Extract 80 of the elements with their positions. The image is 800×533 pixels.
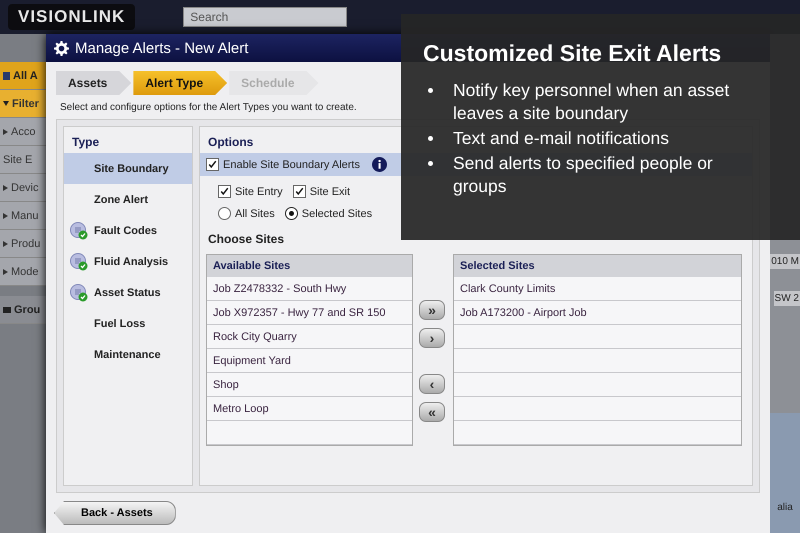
app-logo: VISIONLINK: [8, 4, 136, 30]
gear-icon: [54, 40, 69, 56]
type-label: Zone Alert: [94, 194, 148, 206]
sidebar-item[interactable]: Produ: [0, 230, 46, 258]
checkbox-label: Enable Site Boundary Alerts: [223, 158, 360, 170]
checkbox[interactable]: [206, 158, 219, 171]
list-item[interactable]: Job Z2478332 - South Hwy: [207, 277, 412, 301]
sidebar-item[interactable]: Grou: [0, 296, 46, 324]
table-cell: SW 2: [774, 291, 800, 306]
move-button[interactable]: »: [419, 300, 445, 320]
list-header: Available Sites: [207, 255, 412, 277]
list-item[interactable]: Clark County Limits: [454, 277, 741, 301]
bullet-icon: [428, 136, 432, 141]
alert-type-item[interactable]: Maintenance: [64, 339, 192, 370]
sidebar-item[interactable]: All A: [0, 62, 46, 90]
sidebar-item[interactable]: Site E: [0, 146, 46, 174]
move-button[interactable]: ›: [419, 328, 445, 348]
options-heading: Options: [207, 134, 254, 151]
list-item[interactable]: Rock City Quarry: [207, 325, 412, 349]
checkbox[interactable]: [292, 185, 306, 198]
sidebar-label: Devic: [11, 182, 39, 194]
alert-type-item[interactable]: Asset Status: [64, 277, 192, 308]
type-label: Asset Status: [94, 286, 161, 298]
list-item[interactable]: Metro Loop: [207, 397, 412, 421]
alert-type-item[interactable]: Site Boundary: [64, 153, 192, 184]
type-label: Maintenance: [94, 348, 161, 360]
sidebar-label: All A: [13, 70, 38, 82]
radio-button[interactable]: [284, 207, 298, 220]
map-label: alia: [777, 502, 793, 513]
checkbox-label: Site Entry: [235, 186, 283, 198]
sidebar-label: Acco: [11, 126, 36, 138]
sidebar-item[interactable]: Mode: [0, 258, 46, 286]
wizard-step-tab[interactable]: Alert Type: [133, 71, 228, 95]
sidebar-item[interactable]: Filter: [0, 90, 46, 118]
list-item[interactable]: Equipment Yard: [207, 349, 412, 373]
sidebar-label: Grou: [14, 304, 40, 316]
choose-sites-heading: Choose Sites: [207, 231, 286, 248]
bullet-text: Text and e-mail notifications: [453, 127, 670, 150]
bullet-text: Send alerts to specified people or groups: [453, 152, 714, 198]
sidebar-label: Produ: [11, 238, 40, 250]
wizard-step-tab[interactable]: Assets: [56, 71, 132, 95]
sidebar-label: Manu: [11, 210, 39, 222]
alert-type-item[interactable]: Fault Codes: [64, 215, 192, 246]
bullet-icon: [428, 88, 432, 93]
bullet-text: Notify key personnel when an asset leaves a site boundary: [453, 79, 730, 125]
alert-type-item[interactable]: Zone Alert: [64, 184, 192, 215]
list-item[interactable]: Job A173200 - Airport Job: [454, 301, 741, 325]
callout-title: Customized Site Exit Alerts: [423, 40, 722, 67]
sidebar-item[interactable]: Acco: [0, 118, 46, 146]
list-item[interactable]: Job X972357 - Hwy 77 and SR 150: [207, 301, 412, 325]
back-button[interactable]: Back - Assets: [54, 501, 176, 525]
type-label: Site Boundary: [94, 162, 169, 174]
radio-label: All Sites: [235, 208, 275, 220]
alert-type-item[interactable]: Fuel Loss: [64, 308, 192, 339]
cube-icon: [3, 72, 10, 80]
table-cell: 010 M: [770, 254, 800, 269]
sidebar-label: Mode: [11, 266, 39, 278]
move-button[interactable]: «: [419, 402, 445, 422]
folder-icon: [3, 306, 11, 312]
info-icon[interactable]: [372, 157, 387, 172]
type-label: Fuel Loss: [94, 318, 146, 330]
checkbox-label: Site Exit: [310, 186, 350, 198]
bullet-icon: [428, 161, 432, 166]
radio-label: Selected Sites: [302, 208, 372, 220]
list-header: Selected Sites: [454, 255, 741, 277]
sidebar-item[interactable]: Manu: [0, 202, 46, 230]
type-heading: Type: [71, 134, 100, 151]
type-label: Fault Codes: [94, 224, 157, 236]
type-label: Fluid Analysis: [94, 256, 168, 268]
move-button[interactable]: ‹: [419, 374, 445, 394]
alert-type-item[interactable]: Fluid Analysis: [64, 246, 192, 277]
sidebar-label: Filter: [12, 98, 39, 110]
instructions-text: Select and configure options for the Alert Types you want to create.: [60, 102, 358, 113]
list-item[interactable]: Shop: [207, 373, 412, 397]
dialog-title: Manage Alerts - New Alert: [75, 40, 248, 56]
search-field[interactable]: Search: [183, 7, 348, 27]
sidebar-label: Site E: [3, 154, 32, 166]
radio-button[interactable]: [218, 207, 231, 220]
sidebar-item[interactable]: Devic: [0, 174, 46, 202]
checkbox[interactable]: [218, 185, 231, 198]
